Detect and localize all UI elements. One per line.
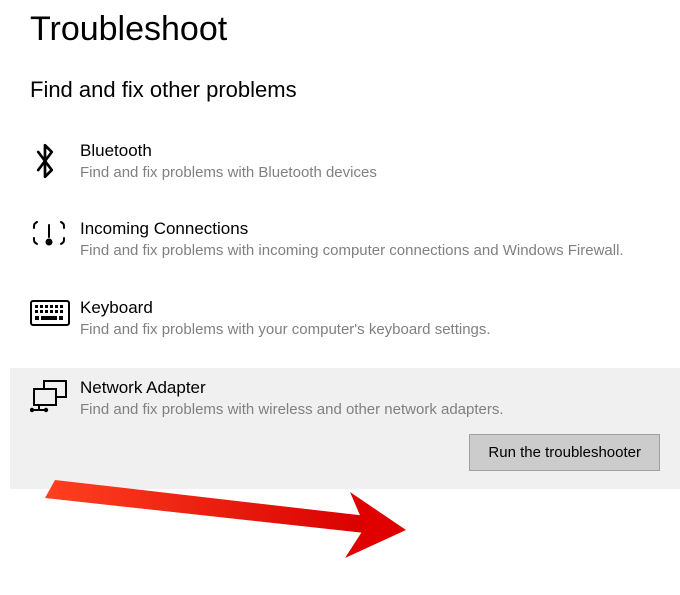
item-label: Keyboard <box>80 298 660 318</box>
troubleshoot-item-bluetooth[interactable]: Bluetooth Find and fix problems with Blu… <box>30 133 660 195</box>
troubleshoot-item-network-adapter[interactable]: Network Adapter Find and fix problems wi… <box>10 368 680 489</box>
item-description: Find and fix problems with your computer… <box>80 320 660 340</box>
incoming-connections-icon <box>30 221 68 251</box>
item-description: Find and fix problems with Bluetooth dev… <box>80 163 660 183</box>
section-title: Find and fix other problems <box>30 77 660 103</box>
run-troubleshooter-button[interactable]: Run the troubleshooter <box>469 434 660 471</box>
item-description: Find and fix problems with incoming comp… <box>80 241 660 261</box>
troubleshoot-item-incoming-connections[interactable]: Incoming Connections Find and fix proble… <box>30 211 660 273</box>
item-description: Find and fix problems with wireless and … <box>80 400 660 420</box>
keyboard-icon <box>30 300 70 326</box>
troubleshoot-item-keyboard[interactable]: Keyboard Find and fix problems with your… <box>30 290 660 352</box>
item-label: Network Adapter <box>80 378 660 398</box>
network-adapter-icon <box>30 380 70 414</box>
item-label: Incoming Connections <box>80 219 660 239</box>
bluetooth-icon <box>30 143 60 179</box>
page-title: Troubleshoot <box>30 10 660 49</box>
item-label: Bluetooth <box>80 141 660 161</box>
